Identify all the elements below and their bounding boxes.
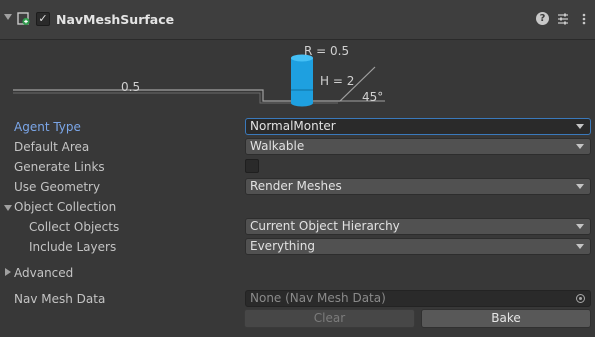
context-menu-icon[interactable] [577,12,591,26]
collect-objects-dropdown[interactable]: Current Object Hierarchy [245,218,591,235]
default-area-dropdown[interactable]: Walkable [245,138,591,155]
generate-links-label: Generate Links [14,160,105,174]
advanced-foldout[interactable]: Advanced [0,263,595,283]
object-picker-icon[interactable] [576,294,585,303]
agent-type-label: Agent Type [14,120,81,134]
object-collection-label: Object Collection [14,200,117,214]
navmesh-surface-icon [17,12,30,26]
chevron-down-icon [576,244,584,249]
bake-button[interactable]: Bake [421,309,591,328]
agent-cylinder-icon [291,54,313,107]
collect-objects-row: Collect Objects Current Object Hierarchy [0,217,595,237]
presets-icon[interactable] [556,12,570,26]
foldout-arrow-icon[interactable] [4,14,12,20]
include-layers-label: Include Layers [29,240,117,254]
generate-links-checkbox[interactable] [245,159,259,173]
agent-radius-label: R = 0.5 [304,44,349,58]
default-area-row: Default Area Walkable [0,137,595,157]
agent-settings-diagram: R = 0.5 H = 2 0.5 45° [13,44,385,107]
agent-height-label: H = 2 [320,74,354,88]
include-layers-row: Include Layers Everything [0,237,595,257]
chevron-down-icon [576,184,584,189]
include-layers-dropdown[interactable]: Everything [245,238,591,255]
nav-mesh-data-label: Nav Mesh Data [14,292,106,306]
use-geometry-value: Render Meshes [250,179,342,193]
agent-type-dropdown[interactable]: NormalMonter [245,118,591,135]
clear-button[interactable]: Clear [244,309,415,328]
foldout-expanded-icon [4,205,12,211]
object-collection-foldout[interactable]: Object Collection [0,197,595,217]
use-geometry-row: Use Geometry Render Meshes [0,177,595,197]
agent-type-row: Agent Type NormalMonter [0,117,595,137]
advanced-label: Advanced [14,266,74,280]
generate-links-row: Generate Links [0,157,595,177]
help-icon[interactable]: ? [536,12,549,25]
component-title: NavMeshSurface [56,12,175,27]
default-area-label: Default Area [14,140,90,154]
collect-objects-value: Current Object Hierarchy [250,219,400,233]
foldout-collapsed-icon [5,268,11,276]
collect-objects-label: Collect Objects [29,220,120,234]
agent-type-value: NormalMonter [250,119,336,133]
chevron-down-icon [576,144,584,149]
use-geometry-label: Use Geometry [14,180,101,194]
step-height-label: 0.5 [121,80,140,94]
include-layers-value: Everything [250,239,315,253]
use-geometry-dropdown[interactable]: Render Meshes [245,178,591,195]
max-slope-label: 45° [362,90,383,104]
chevron-down-icon [576,224,584,229]
nav-mesh-data-value: None (Nav Mesh Data) [250,291,386,305]
nav-mesh-data-field[interactable]: None (Nav Mesh Data) [245,290,591,307]
nav-mesh-data-row: Nav Mesh Data None (Nav Mesh Data) [0,289,595,309]
default-area-value: Walkable [250,139,305,153]
component-header: ✓ NavMeshSurface ? [0,0,595,40]
component-enabled-checkbox[interactable]: ✓ [36,12,50,26]
chevron-down-icon [576,124,584,129]
